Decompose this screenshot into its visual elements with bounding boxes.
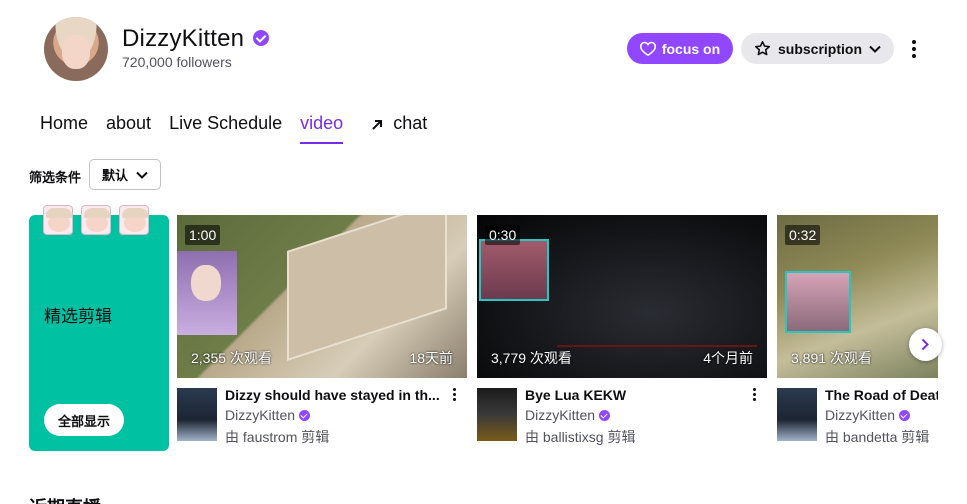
channel-avatar[interactable]: [44, 17, 108, 81]
verified-icon: [899, 409, 911, 421]
clip-card[interactable]: 1:00 2,355 次观看 18天前 Dizzy should have st…: [177, 215, 467, 448]
dot-icon: [452, 393, 456, 396]
verified-icon: [299, 409, 311, 421]
clip-title[interactable]: Dizzy should have stayed in th...: [225, 387, 443, 403]
dot-icon: [912, 54, 916, 58]
tab-home[interactable]: Home: [40, 113, 88, 143]
clip-channel[interactable]: DizzyKitten: [225, 407, 311, 423]
tab-videos[interactable]: video: [300, 113, 344, 144]
clip-channel-name: DizzyKitten: [825, 407, 896, 423]
clip-channel-name: DizzyKitten: [525, 407, 596, 423]
featured-clips-title: 精选剪辑: [44, 307, 112, 326]
avatar-face: [62, 35, 90, 69]
dot-icon: [752, 398, 756, 401]
star-icon: [754, 40, 770, 56]
clip-more-button[interactable]: [451, 388, 457, 404]
clip-more-button[interactable]: [751, 388, 757, 404]
dot-icon: [752, 393, 756, 396]
dot-icon: [752, 388, 756, 391]
clip-meta: Dizzy should have stayed in th... DizzyK…: [177, 386, 467, 448]
dot-icon: [912, 40, 916, 44]
clip-clipper[interactable]: 由 bandetta 剪辑: [825, 427, 929, 447]
tab-chat[interactable]: chat: [369, 113, 427, 143]
tab-schedule[interactable]: Live Schedule: [169, 113, 282, 143]
thumbnail-webcam: [785, 271, 851, 333]
tab-about[interactable]: about: [106, 113, 151, 143]
clip-clipper[interactable]: 由 ballistixsg 剪辑: [525, 427, 635, 447]
thumbnail-scene: [287, 215, 447, 361]
game-boxart[interactable]: [777, 388, 817, 441]
filter-label: 筛选条件: [29, 170, 82, 185]
game-boxart[interactable]: [177, 388, 217, 441]
emote-icon: [43, 205, 73, 235]
dot-icon: [452, 388, 456, 391]
emote-icon: [119, 205, 149, 235]
section-heading: 近期直播: [29, 494, 101, 504]
clip-duration: 0:30: [485, 225, 521, 245]
clip-views: 3,779 次观看: [491, 350, 572, 366]
heart-icon: [639, 41, 656, 56]
thumbnail-webcam: [177, 251, 237, 335]
dot-icon: [452, 398, 456, 401]
filter-selected-value: 默认: [101, 168, 128, 183]
clip-duration: 1:00: [185, 225, 221, 245]
tab-chat-label: chat: [393, 113, 428, 133]
clip-thumbnail[interactable]: 1:00 2,355 次观看 18天前: [177, 215, 467, 378]
clip-views: 3,891 次观看: [791, 350, 872, 366]
follower-count: 720,000 followers: [122, 54, 232, 70]
thumbnail-webcam: [479, 239, 549, 301]
filter-dropdown[interactable]: 默认: [89, 159, 161, 190]
clip-title[interactable]: Bye Lua KEKW: [525, 387, 743, 403]
follow-button-label: focus on: [661, 40, 721, 57]
clip-title[interactable]: The Road of Deat: [825, 387, 938, 403]
emote-icon: [81, 205, 111, 235]
clip-channel[interactable]: DizzyKitten: [525, 407, 611, 423]
featured-emotes: [43, 205, 149, 235]
follow-button[interactable]: focus on: [627, 33, 733, 64]
chevron-down-icon: [869, 45, 881, 53]
clip-card[interactable]: 0:30 3,779 次观看 4个月前 Bye Lua KEKW DizzyKi…: [477, 215, 767, 448]
clip-age: 4个月前: [703, 350, 753, 366]
thumbnail-scene: [557, 345, 757, 347]
clip-duration: 0:32: [785, 225, 821, 245]
more-options-button[interactable]: [904, 36, 924, 62]
subscribe-button-label: subscription: [777, 40, 862, 57]
chevron-down-icon: [136, 171, 148, 179]
clip-age: 18天前: [409, 350, 453, 366]
channel-name[interactable]: DizzyKitten: [122, 25, 244, 53]
clip-thumbnail[interactable]: 0:30 3,779 次观看 4个月前: [477, 215, 767, 378]
show-all-button[interactable]: 全部显示: [44, 404, 124, 436]
clip-meta: The Road of Deat DizzyKitten 由 bandetta …: [777, 386, 938, 448]
chevron-right-icon: [921, 338, 929, 351]
clip-meta: Bye Lua KEKW DizzyKitten 由 ballistixsg 剪…: [477, 386, 767, 448]
subscribe-button[interactable]: subscription: [741, 33, 894, 64]
clip-clipper[interactable]: 由 faustrom 剪辑: [225, 427, 329, 447]
dot-icon: [912, 47, 916, 51]
game-boxart[interactable]: [477, 388, 517, 441]
external-link-icon: [372, 120, 383, 130]
clip-channel[interactable]: DizzyKitten: [825, 407, 911, 423]
clip-views: 2,355 次观看: [191, 350, 272, 366]
verified-icon: [253, 30, 269, 46]
clip-channel-name: DizzyKitten: [225, 407, 296, 423]
verified-icon: [599, 409, 611, 421]
carousel-next-button[interactable]: [909, 328, 942, 361]
channel-tabs: Home about Live Schedule video chat: [40, 113, 445, 144]
